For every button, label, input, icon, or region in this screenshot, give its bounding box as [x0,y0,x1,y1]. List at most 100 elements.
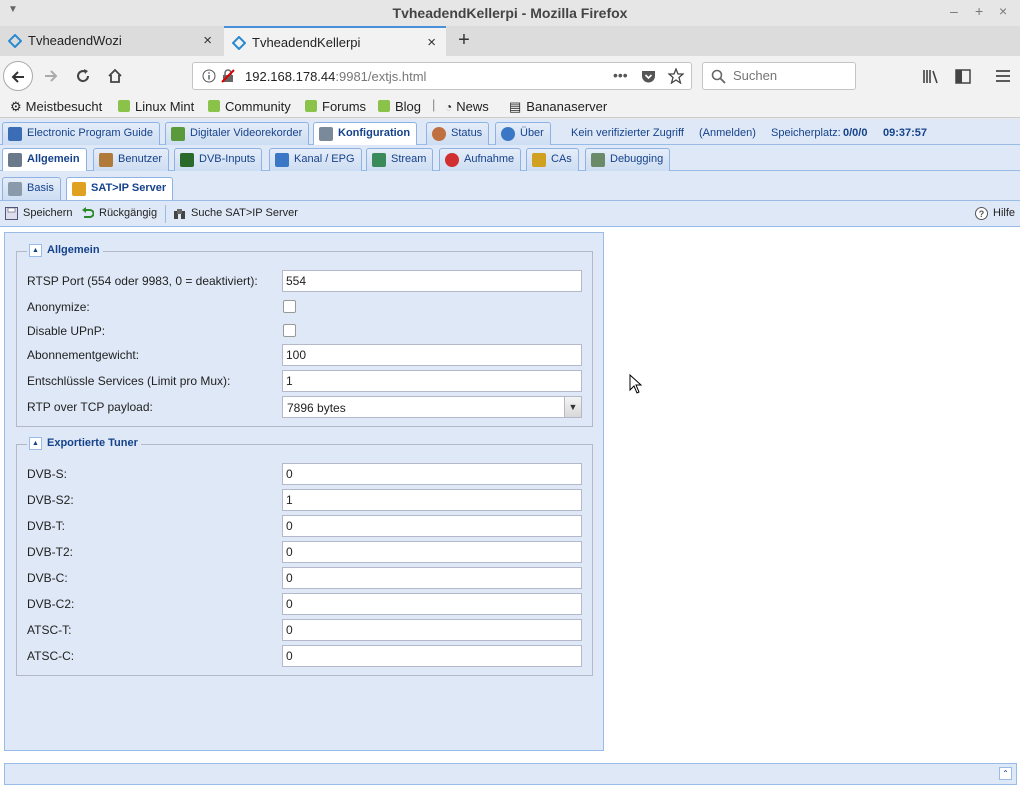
bookmark-label: Forums [322,99,367,114]
tab-label: Benutzer [118,153,163,165]
tuner-atsc-t-field[interactable] [282,619,582,641]
tab-basis[interactable]: Basis [2,177,61,200]
bookmark-blog[interactable]: Blog [378,99,421,114]
hamburger-menu-icon[interactable] [995,69,1011,83]
maximize-button[interactable]: + [975,3,983,19]
collapse-up-icon[interactable]: ▲ [29,244,42,257]
download-icon [171,127,185,141]
help-button[interactable]: ? Hilfe [975,207,1016,220]
browser-tab-wozi[interactable]: TvheadendWozi × [0,26,222,56]
tab-stream[interactable]: Stream [366,148,434,171]
browser-tab-kellerpi[interactable]: TvheadendKellerpi × [224,26,446,56]
expand-up-icon[interactable]: ⌃ [999,767,1012,780]
tab-status[interactable]: Status [426,122,490,145]
tab-debugging[interactable]: Debugging [585,148,671,171]
tab-about[interactable]: Über [495,122,551,145]
chevron-down-icon[interactable]: ▼ [564,397,581,417]
forward-arrow-icon [45,70,58,82]
rtsp-port-field[interactable] [282,270,582,292]
undo-button[interactable]: Rückgängig [81,207,157,219]
bookmark-forums[interactable]: Forums [305,99,366,114]
info-icon[interactable] [202,69,216,83]
tuner-dvb-t2-field[interactable] [282,541,582,563]
rtp-payload-select[interactable]: 7896 bytes ▼ [282,396,582,418]
bookmark-meistbesucht[interactable]: ⚙ Meistbesucht [10,99,102,115]
tvheadend-favicon-icon [232,36,246,50]
subscription-weight-label: Abonnementgewicht: [27,348,140,362]
toolbar-separator [165,205,166,223]
sidebar-icon[interactable] [955,69,971,84]
save-button[interactable]: Speichern [5,207,73,220]
bookmark-star-icon[interactable] [668,68,684,84]
close-tab-icon[interactable]: × [203,26,212,56]
page-actions-icon[interactable]: ••• [613,67,628,83]
new-tab-button[interactable]: + [452,26,476,56]
epg-icon [8,127,22,141]
subscription-weight-row: Abonnementgewicht: [27,344,587,366]
tuner-dvb-t-field[interactable] [282,515,582,537]
tab-label: Debugging [610,153,664,165]
form-toolbar: Speichern Rückgängig Suche SAT>IP Server… [0,201,1020,227]
tab-users[interactable]: Benutzer [93,148,170,171]
tab-dvr[interactable]: Digitaler Videorekorder [165,122,310,145]
collapse-up-icon[interactable]: ▲ [29,437,42,450]
back-arrow-icon [11,71,24,83]
tuner-dvb-c2-field[interactable] [282,593,582,615]
disable-upnp-label: Disable UPnP: [27,324,106,338]
anonymize-checkbox[interactable] [283,300,296,313]
url-text[interactable]: 192.168.178.44:9981/extjs.html [245,69,426,84]
tab-label: Über [520,127,544,139]
general-legend-text: Allgemein [47,244,100,256]
tab-satip-server[interactable]: SAT>IP Server [66,177,174,200]
minimize-button[interactable]: – [950,3,958,19]
tv-icon [275,153,289,167]
reload-button[interactable] [68,61,98,91]
storage-value: 0/0/0 [843,127,868,139]
back-button[interactable] [3,61,33,91]
tab-label: Status [451,127,483,139]
tab-label: Allgemein [27,153,80,165]
bookmark-news[interactable]: ◔ News [445,99,489,114]
bookmark-label: News [456,99,489,114]
descramble-field[interactable] [282,370,582,392]
bookmark-bananaserver[interactable]: ▤ Bananaserver [509,99,607,115]
tab-cas[interactable]: CAs [526,148,579,171]
home-button[interactable] [100,61,130,91]
close-tab-icon[interactable]: × [427,28,436,58]
tuner-dvb-s-field[interactable] [282,463,582,485]
tuner-row: DVB-T2: [27,541,587,563]
tab-general[interactable]: Allgemein [2,148,87,171]
tuner-dvb-c-field[interactable] [282,567,582,589]
login-link[interactable]: (Anmelden) [699,127,756,139]
pocket-icon[interactable] [641,69,656,84]
close-window-button[interactable]: × [999,3,1007,19]
undo-label: Rückgängig [99,207,158,219]
insecure-lock-icon[interactable] [221,69,235,83]
forward-button[interactable] [36,61,66,91]
help-label: Hilfe [993,207,1016,219]
discover-satip-button[interactable]: Suche SAT>IP Server [173,207,298,219]
tab-recording[interactable]: Aufnahme [439,148,522,171]
browser-tab-strip: TvheadendWozi × TvheadendKellerpi × + [0,26,1020,56]
save-label: Speichern [23,207,73,219]
tuner-atsc-c-field[interactable] [282,645,582,667]
library-icon[interactable] [922,69,940,84]
tab-epg[interactable]: Electronic Program Guide [2,122,160,145]
tab-dvb-inputs[interactable]: DVB-Inputs [174,148,263,171]
bookmark-linux-mint[interactable]: Linux Mint [118,99,194,114]
tuner-label: DVB-C2: [27,597,75,611]
search-box[interactable] [702,62,856,90]
tuner-row: DVB-C2: [27,593,587,615]
tab-configuration[interactable]: Konfiguration [313,122,418,145]
tuner-dvb-s2-field[interactable] [282,489,582,511]
tab-label: Kanal / EPG [294,153,355,165]
tuner-row: DVB-S2: [27,489,587,511]
window-titlebar: ▼ TvheadendKellerpi - Mozilla Firefox – … [0,0,1020,26]
disable-upnp-checkbox[interactable] [283,324,296,337]
search-input[interactable] [733,68,848,83]
address-bar[interactable]: 192.168.178.44:9981/extjs.html ••• [192,62,692,90]
bookmark-community[interactable]: Community [208,99,291,114]
bookmark-label: Linux Mint [135,99,195,114]
subscription-weight-field[interactable] [282,344,582,366]
tab-channel-epg[interactable]: Kanal / EPG [269,148,362,171]
